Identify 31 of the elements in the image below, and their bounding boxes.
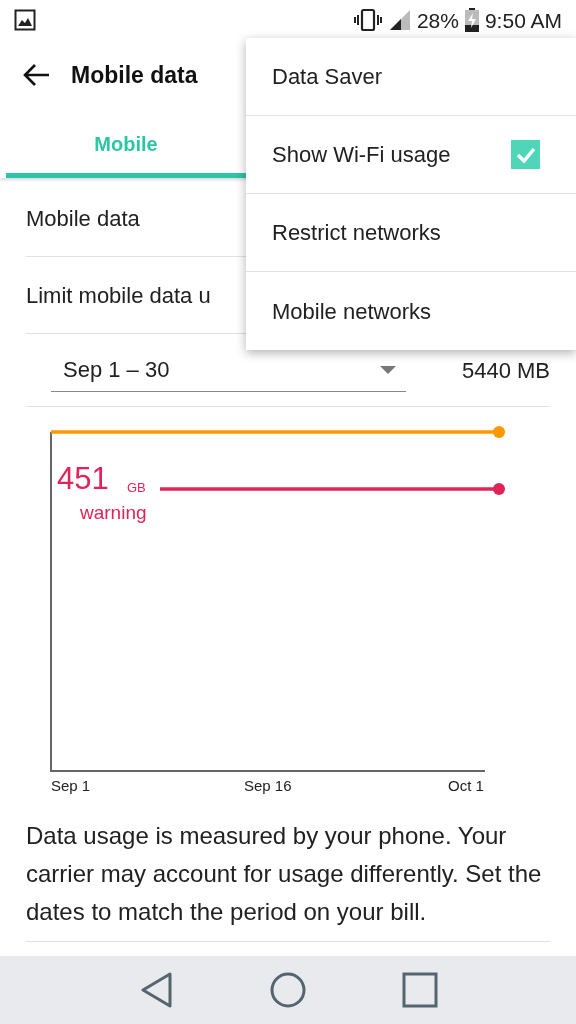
clock-time: 9:50 AM [484,9,562,31]
screen-title: Mobile data [71,60,198,90]
warning-value: 451 [57,463,109,494]
signal-icon [388,9,411,31]
setting-label[interactable]: Mobile data [26,201,140,235]
axis-label: Oct 1 [448,778,484,793]
warning-line[interactable] [160,483,505,495]
menu-item[interactable]: Show Wi-Fi usage [246,116,576,194]
back-arrow-icon [22,63,50,87]
caret-icon [380,365,396,374]
circle-home-icon [270,972,306,1008]
menu-item[interactable]: Data Saver [246,38,576,116]
axis-label: Sep 16 [244,778,292,793]
checkmark-icon [515,146,536,163]
image-icon [14,9,36,31]
battery-percentage: 28% [416,9,459,31]
usage-note: Data usage is measured by your phone. Your carrier may account for usage differently. Set the dates to match the period on your bill. [26,821,543,927]
setting-label[interactable]: Limit mobile data u [26,278,211,312]
checkbox[interactable] [511,140,540,169]
battery-charging-icon [464,8,479,32]
menu-item[interactable]: Mobile networks [246,272,576,350]
vibrate-icon [352,8,383,32]
square-recents-icon [402,972,438,1008]
warning-label: warning [80,503,147,522]
warning-unit: GB [127,481,146,494]
triangle-back-icon [140,972,172,1008]
axis-label: Sep 1 [51,778,91,793]
home-button[interactable] [268,970,308,1010]
recents-button[interactable] [400,970,440,1010]
usage-amount: 5440 MB [461,356,550,385]
menu-item[interactable]: Restrict networks [246,194,576,272]
